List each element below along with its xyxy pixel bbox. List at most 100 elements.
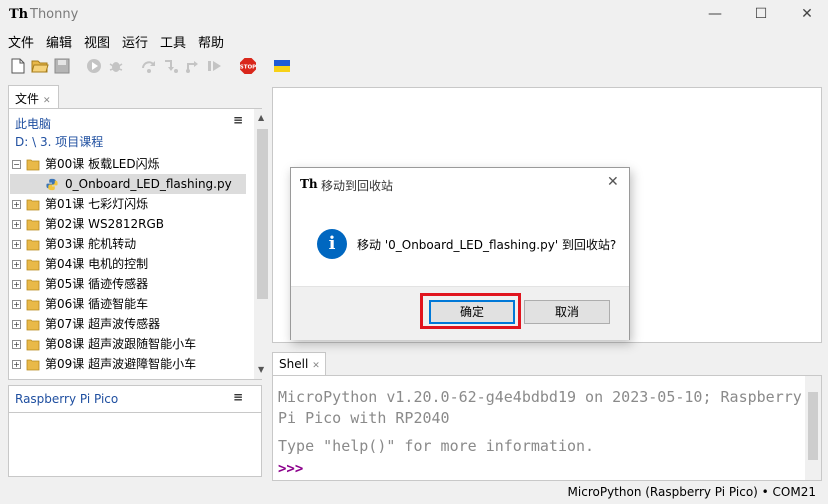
expand-icon[interactable]: + <box>12 200 21 209</box>
tree-folder-lesson01[interactable]: + 第01课 七彩灯闪烁 <box>10 194 246 214</box>
folder-icon <box>26 279 40 291</box>
tree-folder-lesson02[interactable]: + 第02课 WS2812RGB <box>10 214 246 234</box>
files-menu-icon[interactable]: ≡ <box>233 113 243 127</box>
thonny-logo-icon: Th <box>300 177 318 191</box>
expand-icon[interactable]: + <box>12 260 21 269</box>
step-into-icon[interactable] <box>162 57 180 75</box>
shell-output-line: Pi Pico with RP2040 <box>278 409 450 427</box>
tree-folder-lesson03[interactable]: + 第03课 舵机转动 <box>10 234 246 254</box>
step-over-icon[interactable] <box>140 57 158 75</box>
tree-label: 第01课 七彩灯闪烁 <box>45 197 149 211</box>
scrollbar-thumb[interactable] <box>257 129 268 299</box>
debug-icon[interactable] <box>107 57 125 75</box>
device-title[interactable]: Raspberry Pi Pico <box>15 392 118 406</box>
scroll-down-icon[interactable]: ▼ <box>258 365 264 374</box>
folder-icon <box>26 239 40 251</box>
tab-files[interactable]: 文件 ✕ <box>8 85 59 109</box>
folder-icon <box>26 359 40 371</box>
info-icon: i <box>317 229 347 259</box>
dialog-message: 移动 '0_Onboard_LED_flashing.py' 到回收站? <box>357 238 617 252</box>
tree-label: 第07课 超声波传感器 <box>45 317 161 331</box>
shell-prompt[interactable]: >>> <box>278 461 303 477</box>
window-close-button[interactable]: ✕ <box>784 0 828 30</box>
python-file-icon <box>46 178 58 191</box>
open-folder-icon[interactable] <box>31 57 49 75</box>
tab-shell-label: Shell <box>279 357 309 371</box>
tree-label: 0_Onboard_LED_flashing.py <box>65 177 232 191</box>
files-scrollbar[interactable]: ▲ ▼ <box>254 109 271 379</box>
minimize-button[interactable]: — <box>692 0 738 30</box>
files-panel: 此电脑 D: \ 3. 项目课程 ≡ − 第00课 板载LED闪烁 0_Onbo… <box>8 108 271 380</box>
folder-icon <box>26 199 40 211</box>
tab-files-close-icon[interactable]: ✕ <box>43 96 51 106</box>
window-title: Thonny <box>30 7 79 22</box>
tab-shell[interactable]: Shell ✕ <box>272 352 326 376</box>
shell-console[interactable]: MicroPython v1.20.0-62-g4e4bdbd19 on 202… <box>272 375 822 481</box>
title-bar: Th Thonny — ☐ ✕ <box>0 0 828 30</box>
tree-folder-lesson00[interactable]: − 第00课 板载LED闪烁 <box>10 154 246 174</box>
tab-files-label: 文件 <box>15 92 40 106</box>
new-file-icon[interactable] <box>9 57 27 75</box>
menu-help[interactable]: 帮助 <box>198 32 224 51</box>
menu-view[interactable]: 视图 <box>84 32 110 51</box>
tree-label: 第04课 电机的控制 <box>45 257 149 271</box>
folder-icon <box>26 219 40 231</box>
expand-icon[interactable]: + <box>12 320 21 329</box>
divider <box>9 412 261 413</box>
save-icon[interactable] <box>53 57 71 75</box>
tree-label: 第08课 超声波跟随智能小车 <box>45 337 197 351</box>
folder-icon <box>26 319 40 331</box>
tree-folder-lesson08[interactable]: + 第08课 超声波跟随智能小车 <box>10 334 246 354</box>
folder-icon <box>26 259 40 271</box>
resume-icon[interactable] <box>206 57 224 75</box>
menu-run[interactable]: 运行 <box>122 32 148 51</box>
tree-folder-lesson04[interactable]: + 第04课 电机的控制 <box>10 254 246 274</box>
tree-folder-lesson09[interactable]: + 第09课 超声波避障智能小车 <box>10 354 246 374</box>
shell-output-line: Type "help()" for more information. <box>278 437 595 455</box>
ukraine-flag-icon[interactable] <box>273 57 291 75</box>
current-path-breadcrumb[interactable]: D: \ 3. 项目课程 <box>15 133 103 150</box>
tree-label: 第06课 循迹智能车 <box>45 297 149 311</box>
step-out-icon[interactable] <box>184 57 202 75</box>
tree-folder-lesson07[interactable]: + 第07课 超声波传感器 <box>10 314 246 334</box>
folder-icon <box>26 159 40 171</box>
tree-label: 第00课 板载LED闪烁 <box>45 157 160 171</box>
stop-icon[interactable]: STOP <box>239 57 257 75</box>
menu-edit[interactable]: 编辑 <box>46 32 72 51</box>
scrollbar-thumb[interactable] <box>808 392 818 460</box>
device-menu-icon[interactable]: ≡ <box>233 390 243 404</box>
expand-icon[interactable]: + <box>12 340 21 349</box>
tree-folder-lesson06[interactable]: + 第06课 循迹智能车 <box>10 294 246 314</box>
thonny-logo-icon: Th <box>9 7 29 22</box>
expand-icon[interactable]: + <box>12 240 21 249</box>
device-files-panel: Raspberry Pi Pico ≡ <box>8 385 262 477</box>
tree-file-onboard-led[interactable]: 0_Onboard_LED_flashing.py <box>10 174 246 194</box>
expand-icon[interactable]: + <box>12 280 21 289</box>
highlight-annotation <box>420 293 521 329</box>
computer-link[interactable]: 此电脑 <box>15 115 51 132</box>
maximize-button[interactable]: ☐ <box>738 0 784 30</box>
menu-file[interactable]: 文件 <box>8 32 34 51</box>
status-bar[interactable]: MicroPython (Raspberry Pi Pico) • COM21 <box>568 485 816 499</box>
dialog-title: 移动到回收站 <box>321 179 394 193</box>
cancel-button[interactable]: 取消 <box>524 300 610 324</box>
shell-output-line: MicroPython v1.20.0-62-g4e4bdbd19 on 202… <box>278 388 802 406</box>
toolbar: STOP <box>0 54 828 80</box>
expand-icon[interactable]: + <box>12 360 21 369</box>
dialog-close-icon[interactable]: ✕ <box>607 174 619 190</box>
menu-tools[interactable]: 工具 <box>160 32 186 51</box>
folder-icon <box>26 339 40 351</box>
expand-icon[interactable]: + <box>12 300 21 309</box>
tree-label: 第09课 超声波避障智能小车 <box>45 357 197 371</box>
scroll-up-icon[interactable]: ▲ <box>258 113 264 122</box>
run-icon[interactable] <box>85 57 103 75</box>
stop-icon-label: STOP <box>240 65 256 71</box>
tree-label: 第03课 舵机转动 <box>45 237 137 251</box>
collapse-icon[interactable]: − <box>12 160 21 169</box>
tree-folder-lesson05[interactable]: + 第05课 循迹传感器 <box>10 274 246 294</box>
tab-shell-close-icon[interactable]: ✕ <box>312 361 320 371</box>
menu-bar: 文件 编辑 视图 运行 工具 帮助 <box>0 30 828 51</box>
shell-scrollbar[interactable] <box>805 376 821 480</box>
tree-label: 第02课 WS2812RGB <box>45 217 164 231</box>
expand-icon[interactable]: + <box>12 220 21 229</box>
